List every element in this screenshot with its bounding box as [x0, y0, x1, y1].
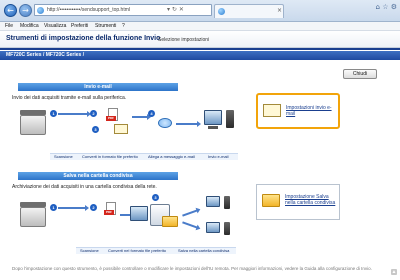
page-header: Strumenti di impostazione della funzione…	[0, 31, 400, 48]
email-settings-button[interactable]: Impostazioni invio e-mail	[256, 93, 340, 129]
breadcrumb: MF720C Series / MF720C Series /	[0, 51, 400, 60]
computer-tower-icon	[224, 222, 230, 235]
pdf-icon: PDF	[104, 210, 114, 215]
menu-preferiti[interactable]: Preferiti	[71, 23, 88, 29]
arrow-icon	[182, 209, 198, 217]
email-section-title: Invio e-mail	[18, 83, 178, 91]
step-3-icon: 3	[92, 126, 99, 133]
folder-settings-icon	[262, 194, 280, 207]
arrow-icon	[176, 121, 201, 127]
tab-favicon-icon	[218, 8, 225, 15]
computer-icon	[206, 196, 220, 207]
header-divider	[0, 48, 400, 50]
arrow-icon	[132, 114, 151, 120]
page-title: Strumenti di impostazione della funzione…	[6, 35, 161, 42]
folder-section-description: Archiviazione dei dati acquisiti in una …	[12, 184, 157, 190]
folder-step-2: Converti nel formato file preferito	[108, 248, 167, 253]
folder-diagram: 1 2 PDF 3	[12, 192, 242, 244]
computer-icon	[206, 222, 220, 233]
step-4-icon: 4	[148, 110, 155, 117]
tab-close-icon[interactable]: ×	[277, 7, 282, 14]
email-settings-link[interactable]: Impostazioni invio e-mail	[286, 105, 336, 117]
address-tools-icon[interactable]: ▾ ↻ ✕	[167, 6, 184, 13]
breadcrumb-text: MF720C Series / MF720C Series /	[6, 52, 85, 58]
window-controls[interactable]: ⌂ ☆ ⚙	[376, 3, 397, 11]
step-2-icon: 2	[90, 204, 97, 211]
menu-strumenti[interactable]: Strumenti	[95, 23, 116, 29]
menu-file[interactable]: File	[5, 23, 13, 29]
folder-section-title: Salva nella cartella condivisa	[18, 172, 178, 180]
step-1-icon: 1	[50, 110, 57, 117]
email-diagram: 1 2 PDF 3 4	[12, 104, 242, 152]
step-2-icon: 2	[90, 110, 97, 117]
footer-note: Dopo l'impostazione con questo strumento…	[12, 266, 372, 271]
computer-icon	[130, 206, 148, 221]
menu-visualizza[interactable]: Visualizza	[44, 23, 66, 29]
folder-step-1: Scansione	[80, 248, 99, 253]
scroll-to-top-icon[interactable]: ▲	[391, 269, 397, 275]
email-envelope-icon	[114, 124, 128, 134]
multifunction-printer-icon	[20, 207, 46, 227]
email-step-1: Scansione	[54, 154, 73, 159]
forward-button[interactable]: →	[19, 4, 32, 17]
computer-tower-icon	[224, 196, 230, 209]
close-button[interactable]: Chiudi	[343, 69, 377, 79]
shared-folder-icon	[162, 216, 178, 227]
step-3-icon: 3	[152, 194, 159, 201]
address-text: http://••••••••••••/sendsupport_top.html	[47, 7, 130, 13]
email-step-4: Invio e-mail	[208, 154, 229, 159]
computer-icon	[204, 110, 222, 125]
menu-modifica[interactable]: Modifica	[20, 23, 39, 29]
globe-icon	[37, 7, 44, 14]
multifunction-printer-icon	[20, 115, 46, 135]
computer-base-icon	[208, 126, 218, 129]
email-step-2: Converti in formato file preferito	[82, 154, 138, 159]
email-section-description: Invio dei dati acquisiti tramite e-mail …	[12, 95, 127, 101]
arrow-icon	[58, 205, 89, 211]
email-settings-icon	[263, 104, 281, 117]
back-button[interactable]: ←	[4, 4, 17, 17]
arrow-icon	[58, 111, 91, 117]
network-icon	[158, 118, 172, 128]
pdf-icon: PDF	[106, 116, 116, 121]
address-bar[interactable]: http://••••••••••••/sendsupport_top.html…	[34, 4, 212, 16]
menu-help[interactable]: ?	[122, 23, 125, 29]
computer-tower-icon	[226, 110, 234, 128]
folder-settings-button[interactable]: Impostazione Salva nella cartella condiv…	[256, 184, 340, 220]
tab-selection[interactable]: Selezione impostazioni	[158, 37, 209, 43]
browser-tab[interactable]: ×	[214, 4, 284, 18]
step-1-icon: 1	[50, 204, 57, 211]
email-step-3: Allega a messaggio e-mail	[148, 154, 195, 159]
folder-step-3: Salva nella cartella condivisa	[178, 248, 230, 253]
arrow-icon	[182, 221, 198, 229]
folder-settings-link[interactable]: Impostazione Salva nella cartella condiv…	[285, 194, 337, 206]
